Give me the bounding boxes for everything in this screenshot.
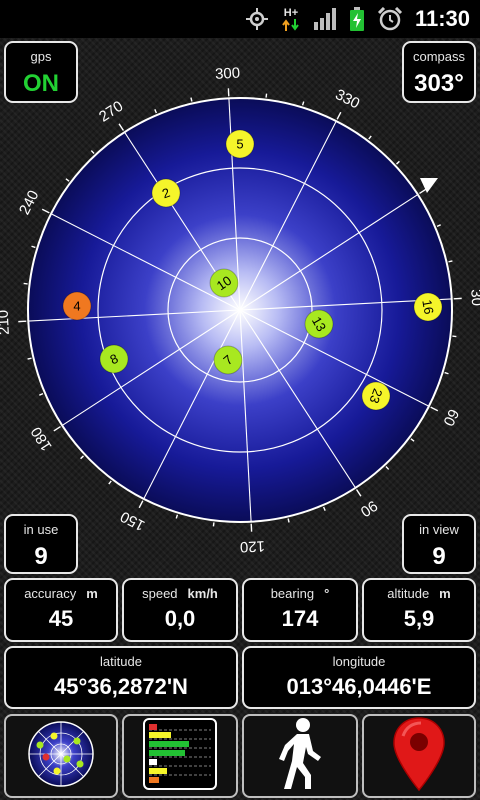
in-view-box[interactable]: in view 9 <box>402 514 476 574</box>
sky-tick <box>175 514 179 519</box>
sky-tick <box>108 480 112 485</box>
sky-tick <box>385 466 390 470</box>
bearing-value: 174 <box>281 606 319 631</box>
clock-time: 11:30 <box>414 6 470 31</box>
status-bar: H+ 11:30 <box>0 0 480 38</box>
sky-tick <box>301 101 305 106</box>
walking-person-icon <box>275 717 325 796</box>
speed-value: 0,0 <box>164 606 196 631</box>
satellite-id: 5 <box>236 137 243 152</box>
signal-bars-chart-icon <box>143 717 217 795</box>
longitude-label: longitude <box>332 654 386 669</box>
bearing-label: bearing <box>270 586 315 601</box>
gps-icon <box>245 7 269 31</box>
satellite-5: 5 <box>225 129 255 159</box>
radar-view-button[interactable] <box>4 714 118 798</box>
sky-tick <box>90 150 95 154</box>
sky-tick <box>39 392 44 396</box>
bearing-unit: ° <box>324 586 330 601</box>
sky-tick <box>368 135 372 140</box>
sky-tick <box>396 160 400 165</box>
degree-label-60: 60 <box>439 406 462 429</box>
sky-plot: 300330306090120150180210240270 521048 713… <box>0 65 480 556</box>
degree-label-90: 90 <box>357 497 380 520</box>
altitude-value: 5,9 <box>403 606 435 631</box>
sky-tick <box>80 455 84 460</box>
sky-tick <box>448 260 453 263</box>
speed-label: speed <box>142 586 178 601</box>
satellite-8: 8 <box>99 344 129 374</box>
accuracy-value: 45 <box>48 606 74 631</box>
latitude-label: latitude <box>100 654 142 669</box>
map-pin-icon <box>391 716 447 797</box>
network-type-label: H+ <box>283 6 299 19</box>
satellite-id: 16 <box>419 299 436 316</box>
degree-label-210: 210 <box>0 309 13 335</box>
accuracy-box[interactable]: accuracy m 45 <box>4 578 118 642</box>
satellite-id: 4 <box>73 299 80 314</box>
map-button[interactable] <box>362 714 476 798</box>
accuracy-unit: m <box>86 586 98 601</box>
longitude-value: 013°46,0446'E <box>286 674 432 699</box>
radar-view-icon <box>22 719 100 794</box>
in-view-value: 9 <box>432 543 446 570</box>
longitude-box[interactable]: longitude 013°46,0446'E <box>242 646 476 709</box>
sky-tick <box>154 109 158 114</box>
network-arrows-icon: H+ <box>281 6 301 31</box>
satellite-4: 4 <box>62 291 92 321</box>
sky-tick <box>65 178 70 182</box>
in-use-value: 9 <box>34 543 48 570</box>
altitude-label: altitude <box>387 586 430 601</box>
in-use-box[interactable]: in use 9 <box>4 514 78 574</box>
sky-tick <box>53 425 61 432</box>
sky-tick <box>336 111 342 120</box>
sky-tick <box>118 123 125 131</box>
satellite-23: 23 <box>361 381 391 411</box>
alarm-clock-icon <box>377 7 403 31</box>
satellite-10: 10 <box>209 268 239 298</box>
altitude-unit: m <box>439 586 451 601</box>
in-view-label: in view <box>419 522 459 537</box>
sky-tick <box>410 438 415 442</box>
degree-label-120: 120 <box>239 537 265 555</box>
satellite-sky-view[interactable]: 300 330 30 60 90 120 150 180 210 240 270 5 2 10 4 8 7 13… <box>0 60 480 560</box>
walk-mode-button[interactable] <box>242 714 358 798</box>
speed-unit: km/h <box>187 586 218 601</box>
bearing-box[interactable]: bearing ° 174 <box>242 578 358 642</box>
latitude-box[interactable]: latitude 45°36,2872'N <box>4 646 238 709</box>
sky-tick <box>436 224 441 228</box>
signal-strength-button[interactable] <box>122 714 238 798</box>
sky-tick <box>138 500 144 509</box>
satellite-13: 13 <box>304 309 334 339</box>
degree-label-30: 30 <box>467 289 480 307</box>
signal-bars-icon <box>313 8 337 30</box>
latitude-value: 45°36,2872'N <box>54 674 188 699</box>
sky-tick <box>419 188 427 195</box>
degree-label-270: 270 <box>96 98 126 126</box>
satellite-2: 2 <box>151 178 181 208</box>
degree-label-180: 180 <box>28 424 56 454</box>
sky-tick <box>41 208 50 214</box>
satellite-7: 7 <box>213 345 243 375</box>
sky-tick <box>27 357 32 360</box>
accuracy-label: accuracy <box>24 586 77 601</box>
sky-tick <box>190 97 193 102</box>
battery-charging-icon <box>349 7 365 31</box>
sky-tick <box>322 506 326 511</box>
sky-tick <box>444 371 449 375</box>
altitude-box[interactable]: altitude m 5,9 <box>362 578 476 642</box>
satellite-16: 16 <box>413 292 443 322</box>
degree-label-330: 330 <box>332 86 362 113</box>
in-use-label: in use <box>23 522 59 537</box>
speed-box[interactable]: speed km/h 0,0 <box>122 578 238 642</box>
degree-label-150: 150 <box>118 507 148 534</box>
sky-tick <box>430 406 439 412</box>
degree-label-300: 300 <box>215 65 241 83</box>
sky-tick <box>355 489 362 497</box>
sky-tick <box>31 245 36 249</box>
degree-label-240: 240 <box>16 188 43 218</box>
sky-tick <box>287 518 290 523</box>
